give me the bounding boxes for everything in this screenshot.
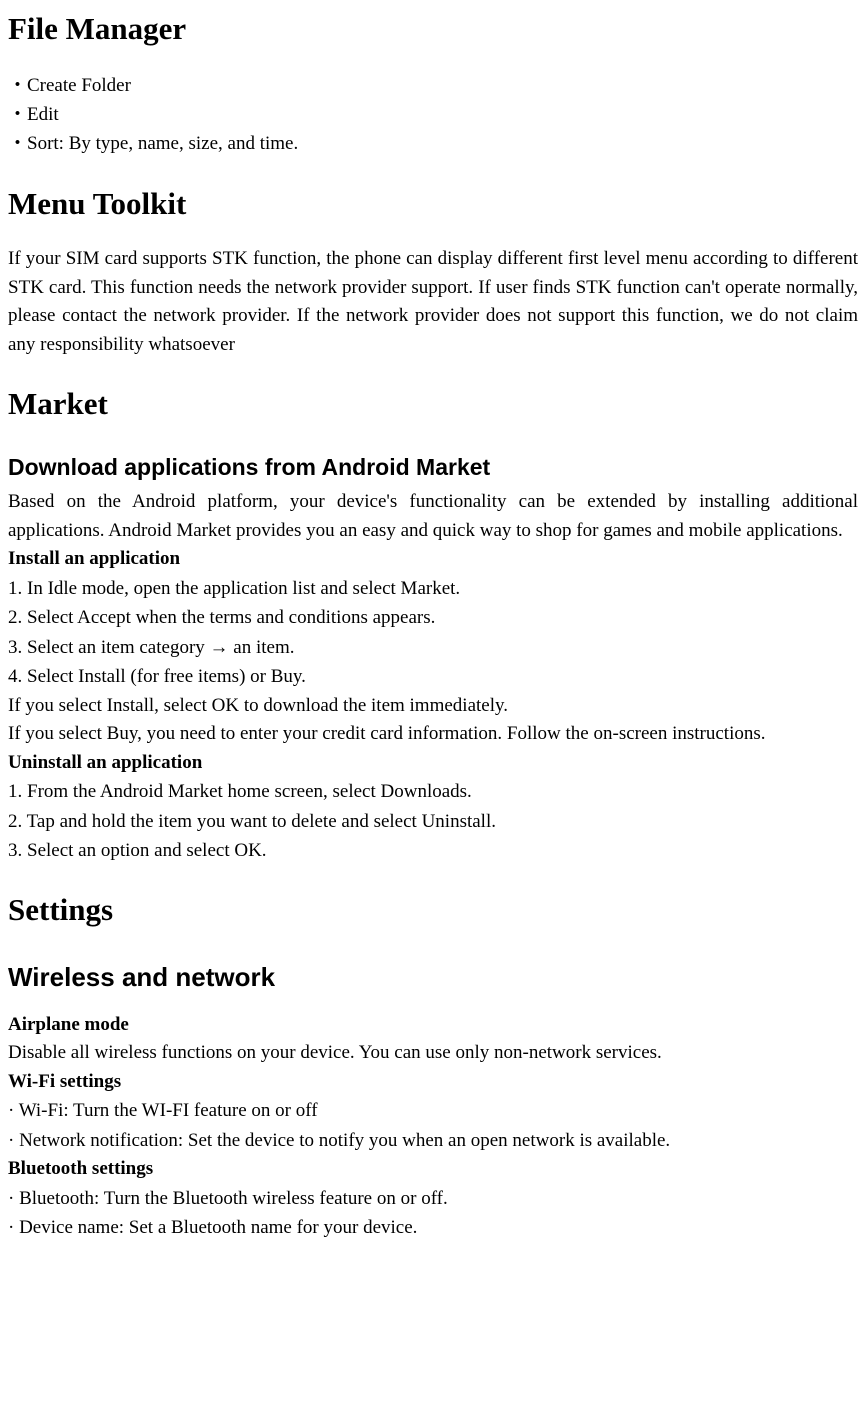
list-item: 3. Select an option and select OK. bbox=[8, 836, 858, 865]
install-steps: 1. In Idle mode, open the application li… bbox=[8, 574, 858, 692]
heading-wifi-settings: Wi-Fi settings bbox=[8, 1068, 858, 1097]
uninstall-steps: 1. From the Android Market home screen, … bbox=[8, 777, 858, 865]
heading-uninstall-app: Uninstall an application bbox=[8, 749, 858, 778]
heading-install-app: Install an application bbox=[8, 545, 858, 574]
file-manager-list: ・Create Folder ・Edit ・Sort: By type, nam… bbox=[8, 71, 858, 159]
heading-settings: Settings bbox=[8, 887, 858, 934]
list-item: ・Edit bbox=[8, 100, 858, 129]
bluetooth-list: · Bluetooth: Turn the Bluetooth wireless… bbox=[8, 1184, 858, 1243]
heading-bluetooth-settings: Bluetooth settings bbox=[8, 1155, 858, 1184]
subheading-download-apps: Download applications from Android Marke… bbox=[8, 450, 858, 485]
list-item: · Device name: Set a Bluetooth name for … bbox=[8, 1213, 858, 1242]
list-item: 1. In Idle mode, open the application li… bbox=[8, 574, 858, 603]
list-item: 4. Select Install (for free items) or Bu… bbox=[8, 662, 858, 691]
list-item: ・Create Folder bbox=[8, 71, 858, 100]
install-note-2: If you select Buy, you need to enter you… bbox=[8, 720, 858, 749]
list-item: · Wi-Fi: Turn the WI-FI feature on or of… bbox=[8, 1096, 858, 1125]
subheading-wireless-network: Wireless and network bbox=[8, 958, 858, 997]
market-intro: Based on the Android platform, your devi… bbox=[8, 488, 858, 545]
heading-file-manager: File Manager bbox=[8, 6, 858, 53]
list-item: ・Sort: By type, name, size, and time. bbox=[8, 129, 858, 158]
airplane-body: Disable all wireless functions on your d… bbox=[8, 1039, 858, 1068]
list-item: · Bluetooth: Turn the Bluetooth wireless… bbox=[8, 1184, 858, 1213]
list-item: 2. Select Accept when the terms and cond… bbox=[8, 603, 858, 632]
list-item: · Network notification: Set the device t… bbox=[8, 1126, 858, 1155]
install-note-1: If you select Install, select OK to down… bbox=[8, 692, 858, 721]
heading-menu-toolkit: Menu Toolkit bbox=[8, 181, 858, 228]
list-item: 2. Tap and hold the item you want to del… bbox=[8, 807, 858, 836]
heading-market: Market bbox=[8, 381, 858, 428]
wifi-list: · Wi-Fi: Turn the WI-FI feature on or of… bbox=[8, 1096, 858, 1155]
list-item: 1. From the Android Market home screen, … bbox=[8, 777, 858, 806]
menu-toolkit-body: If your SIM card supports STK function, … bbox=[8, 245, 858, 359]
list-item: 3. Select an item category → an item. bbox=[8, 633, 858, 662]
heading-airplane-mode: Airplane mode bbox=[8, 1011, 858, 1040]
